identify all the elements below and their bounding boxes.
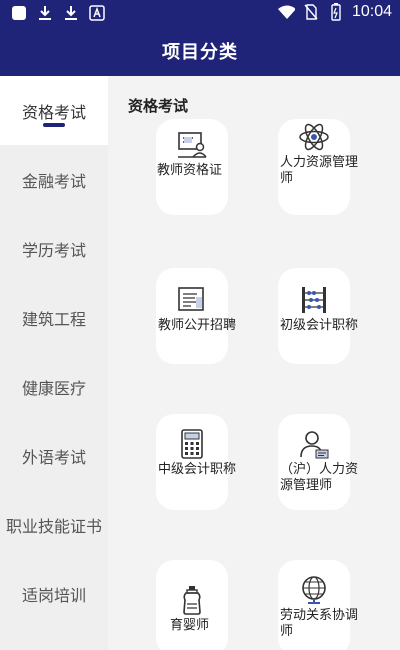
card-junior-accountant[interactable]: 初级会计职称 xyxy=(278,268,358,364)
sidebar-item-label: 建筑工程 xyxy=(21,309,86,329)
status-time: 10:04 xyxy=(351,3,392,20)
globe-icon xyxy=(298,574,330,606)
sidebar-item-language-exam[interactable]: 外语考试 xyxy=(0,421,108,490)
sidebar-item-construction[interactable]: 建筑工程 xyxy=(0,283,108,352)
card-shanghai-hr-manager[interactable]: （沪）人力资源管理师 xyxy=(278,414,358,510)
sidebar-item-qualification-exam[interactable]: 资格考试 xyxy=(0,76,108,145)
card-label: （沪）人力资源管理师 xyxy=(280,462,359,493)
sidebar-item-label: 职业技能证书 xyxy=(5,516,102,536)
teacher-certificate-icon xyxy=(176,129,208,161)
sidebar-item-label: 资格考试 xyxy=(21,102,86,122)
abacus-icon xyxy=(298,284,330,316)
category-sidebar: 资格考试 金融考试 学历考试 建筑工程 健康医疗 外语考试 职业技能证书 适岗培… xyxy=(0,76,108,650)
calculator-icon xyxy=(176,428,208,460)
card-label: 中级会计职称 xyxy=(158,462,237,477)
person-card-icon xyxy=(298,428,330,460)
app-notification-icon xyxy=(10,4,28,22)
sidebar-item-label: 适岗培训 xyxy=(21,585,86,605)
sidebar-item-finance-exam[interactable]: 金融考试 xyxy=(0,145,108,214)
download-icon xyxy=(62,4,80,22)
card-labor-relations[interactable]: 劳动关系协调师 xyxy=(278,560,358,650)
card-label: 劳动关系协调师 xyxy=(280,608,359,639)
section-title: 资格考试 xyxy=(128,97,189,115)
wifi-icon xyxy=(277,3,295,21)
status-notifications xyxy=(10,4,106,22)
sidebar-item-vocational-cert[interactable]: 职业技能证书 xyxy=(0,490,108,559)
status-bar: 10:04 xyxy=(0,0,400,26)
download-icon xyxy=(36,4,54,22)
card-intermediate-accountant[interactable]: 中级会计职称 xyxy=(156,414,236,510)
sidebar-item-label: 健康医疗 xyxy=(21,378,86,398)
sidebar-item-job-training[interactable]: 适岗培训 xyxy=(0,559,108,628)
font-app-icon xyxy=(88,4,106,22)
sidebar-item-healthcare[interactable]: 健康医疗 xyxy=(0,352,108,421)
top-app-bar: 项目分类 xyxy=(0,26,400,76)
card-label: 教师公开招聘 xyxy=(158,318,237,333)
card-teacher-recruitment[interactable]: 教师公开招聘 xyxy=(156,268,236,364)
card-label: 初级会计职称 xyxy=(280,318,359,333)
no-sim-icon xyxy=(302,3,320,21)
status-system: 10:04 xyxy=(277,3,392,21)
card-teacher-certificate[interactable]: 教师资格证 xyxy=(156,119,228,215)
baby-bottle-icon xyxy=(176,584,208,616)
sidebar-item-label: 金融考试 xyxy=(21,171,86,191)
active-tab-indicator xyxy=(43,123,65,127)
sidebar-item-label: 学历考试 xyxy=(21,240,86,260)
atom-icon xyxy=(298,121,330,153)
page-title: 项目分类 xyxy=(162,42,238,63)
sidebar-item-label: 外语考试 xyxy=(21,447,86,467)
sidebar-item-degree-exam[interactable]: 学历考试 xyxy=(0,214,108,283)
card-label: 人力资源管理师 xyxy=(280,155,359,186)
battery-icon xyxy=(327,3,345,21)
card-label: 育婴师 xyxy=(170,618,210,633)
card-nursery-teacher[interactable]: 育婴师 xyxy=(156,560,228,650)
card-label: 教师资格证 xyxy=(157,163,223,178)
recruitment-icon xyxy=(176,284,208,316)
category-content: 资格考试 教师资格证 人力资源管理师 教师公开招聘 初级会计职称 中级会计职称 xyxy=(108,76,400,650)
card-hr-manager[interactable]: 人力资源管理师 xyxy=(278,119,358,215)
